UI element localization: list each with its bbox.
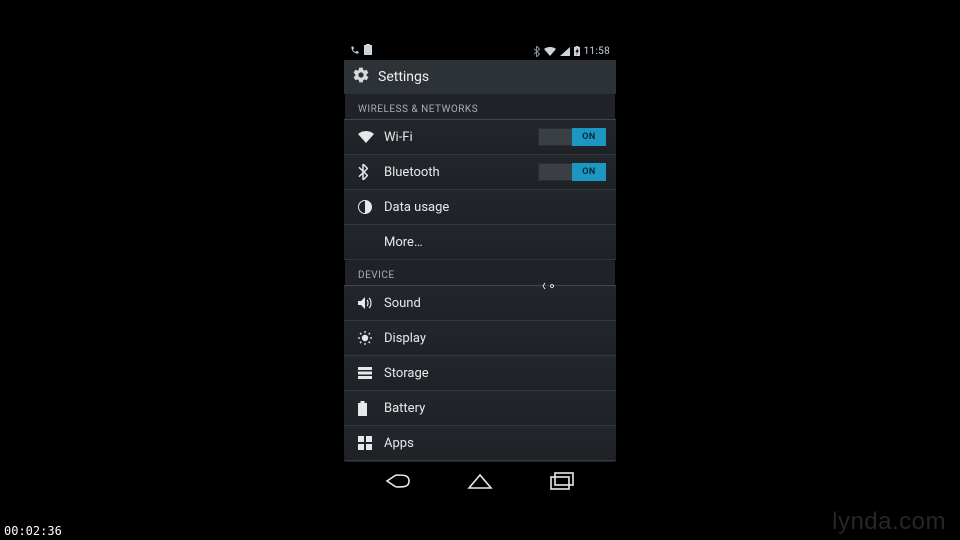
row-apps[interactable]: Apps — [344, 426, 616, 461]
row-battery[interactable]: Battery — [344, 391, 616, 426]
cursor-artifact — [542, 282, 558, 290]
status-left — [350, 44, 372, 58]
toggle-knob: ON — [572, 128, 606, 146]
row-label: Display — [380, 331, 606, 346]
signal-status-icon — [560, 47, 570, 56]
row-label: Battery — [380, 401, 606, 416]
battery-icon — [358, 401, 380, 416]
battery-level-icon — [364, 44, 372, 58]
toggle-knob: ON — [572, 163, 606, 181]
row-more[interactable]: More… — [344, 225, 616, 260]
row-label: Apps — [380, 436, 606, 451]
display-icon — [358, 331, 380, 345]
bluetooth-toggle[interactable]: ON — [538, 163, 606, 181]
bluetooth-icon — [358, 164, 380, 180]
row-data-usage[interactable]: Data usage — [344, 190, 616, 225]
row-label: Data usage — [380, 200, 606, 215]
video-timestamp: 00:02:36 — [4, 524, 62, 538]
row-label: More… — [380, 235, 606, 250]
section-header-text: DEVICE — [358, 270, 395, 281]
back-button[interactable] — [385, 473, 411, 489]
app-bar: Settings — [344, 60, 616, 94]
section-header-device: DEVICE — [344, 260, 616, 286]
home-button[interactable] — [467, 473, 493, 489]
row-display[interactable]: Display — [344, 321, 616, 356]
sound-icon — [358, 296, 380, 310]
apps-icon — [358, 436, 380, 450]
clock: 11:58 — [584, 46, 610, 57]
storage-icon — [358, 367, 380, 379]
stage: 11:58 Settings WIRELESS & NETWORKS Wi-Fi… — [0, 0, 960, 540]
row-label: Bluetooth — [380, 165, 538, 180]
wifi-status-icon — [544, 47, 556, 56]
status-bar: 11:58 — [344, 42, 616, 60]
nav-bar — [344, 462, 616, 500]
row-label: Wi-Fi — [380, 130, 538, 145]
phone-frame: 11:58 Settings WIRELESS & NETWORKS Wi-Fi… — [344, 42, 616, 500]
section-header-wireless: WIRELESS & NETWORKS — [344, 94, 616, 120]
recent-apps-button[interactable] — [549, 472, 575, 490]
row-sound[interactable]: Sound — [344, 286, 616, 321]
watermark: lynda.com — [832, 508, 946, 536]
bluetooth-status-icon — [533, 46, 540, 57]
status-right: 11:58 — [533, 46, 610, 57]
settings-icon — [352, 66, 370, 88]
row-label: Sound — [380, 296, 606, 311]
row-storage[interactable]: Storage — [344, 356, 616, 391]
row-label: Storage — [380, 366, 606, 381]
wifi-icon — [358, 131, 380, 143]
row-bluetooth[interactable]: Bluetooth ON — [344, 155, 616, 190]
row-wifi[interactable]: Wi-Fi ON — [344, 120, 616, 155]
wifi-toggle[interactable]: ON — [538, 128, 606, 146]
wireless-list: Wi-Fi ON Bluetooth ON Data usage — [344, 120, 616, 260]
page-title: Settings — [378, 69, 429, 85]
phone-icon — [350, 45, 360, 58]
device-list: Sound Display Storage Battery — [344, 286, 616, 461]
data-usage-icon — [358, 200, 380, 214]
battery-charging-icon — [574, 46, 580, 56]
